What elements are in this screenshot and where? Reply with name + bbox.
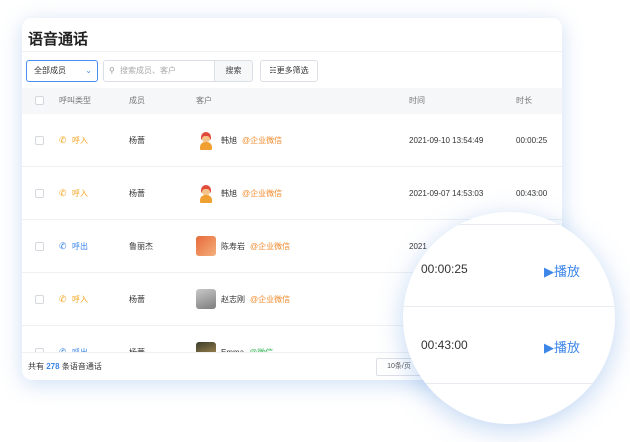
member-name: 杨蔷 [129,136,145,145]
call-time: 2021-09-07 14:53:03 [409,189,484,198]
customer-source-tag: @企业微信 [242,135,283,145]
header-time: 时间 [409,96,425,105]
zoom-magnifier: 00:00:25 ▶播放 00:43:00 ▶播放 [403,212,615,424]
table-row[interactable]: ✆ 呼入 杨蔷 韩旭 @企业微信 2021-09-07 14:53:03 00:43… [22,167,562,220]
customer-cell: 陈寿岩 @企业微信 [196,235,290,257]
header-duration: 时长 [516,96,532,105]
customer-name: 陈寿岩 [221,241,245,251]
avatar [196,183,216,203]
customer-cell: 韩旭 @企业微信 [196,129,282,151]
row-checkbox[interactable] [35,136,44,145]
call-type: 呼入 [72,189,88,198]
call-type: 呼入 [72,295,88,304]
magnifier-divider [403,383,615,384]
total-prefix: 共有 [28,362,44,371]
customer-cell: 赵志刚 @企业微信 [196,288,290,310]
customer-cell: 韩旭 @企业微信 [196,182,282,204]
search-button[interactable]: 搜索 [215,60,253,82]
member-select[interactable]: 全部成员 ⌄ [26,60,98,82]
header-customer: 客户 [196,96,212,105]
chevron-down-icon: ⌄ [85,66,92,75]
table-header: 呼叫类型 成员 客户 时间 时长 [22,88,562,114]
more-filters-button[interactable]: ☵更多筛选 [260,60,318,82]
member-name: 鲁丽杰 [129,242,153,251]
table-row[interactable]: ✆ 呼入 杨蔷 韩旭 @企业微信 2021-09-10 13:54:49 00:00… [22,114,562,167]
magnifier-divider [403,224,615,225]
play-button[interactable]: ▶播放 [544,337,580,356]
call-type-cell: ✆ 呼入 [59,167,88,220]
page-title: 语音通话 [28,31,89,48]
search-icon: ⚲ [109,66,115,75]
phone-incoming-icon: ✆ [59,188,67,198]
total-count: 278 [46,362,60,371]
member-name: 杨蔷 [129,189,145,198]
search-input[interactable]: ⚲ 搜索成员、客户 [103,60,215,82]
avatar [196,236,216,256]
call-type: 呼出 [72,242,88,251]
call-type-cell: ✆ 呼入 [59,114,88,167]
phone-incoming-icon: ✆ [59,294,67,304]
call-duration: 00:00:25 [516,136,548,145]
magnifier-divider [403,306,615,307]
row-checkbox[interactable] [35,295,44,304]
member-name: 杨蔷 [129,295,145,304]
search-placeholder: 搜索成员、客户 [120,66,176,75]
member-select-value: 全部成员 [34,66,66,75]
customer-name: 韩旭 [221,188,237,198]
total-suffix: 条语音通话 [61,362,102,371]
customer-source-tag: @企业微信 [242,188,283,198]
header-call-type: 呼叫类型 [59,96,91,105]
total-count-text: 共有 278 条语音通话 [28,353,102,380]
customer-source-tag: @企业微信 [250,241,291,251]
zoomed-duration: 00:43:00 [421,338,468,352]
select-all-checkbox[interactable] [35,96,44,105]
row-checkbox[interactable] [35,189,44,198]
avatar [196,289,216,309]
avatar [196,130,216,150]
customer-name: 韩旭 [221,135,237,145]
phone-incoming-icon: ✆ [59,135,67,145]
more-filters-label: 更多筛选 [276,66,309,75]
call-type: 呼入 [72,136,88,145]
call-type-cell: ✆ 呼入 [59,273,88,326]
call-time: 2021-09-10 13:54:49 [409,136,484,145]
customer-source-tag: @企业微信 [250,294,291,304]
phone-outgoing-icon: ✆ [59,241,67,251]
filter-icon: ☵ [269,66,277,75]
row-checkbox[interactable] [35,242,44,251]
play-button[interactable]: ▶播放 [544,261,580,280]
header-member: 成员 [129,96,145,105]
title-divider [22,51,562,52]
call-type-cell: ✆ 呼出 [59,220,88,273]
customer-name: 赵志刚 [221,294,245,304]
zoomed-duration: 00:00:25 [421,262,468,276]
